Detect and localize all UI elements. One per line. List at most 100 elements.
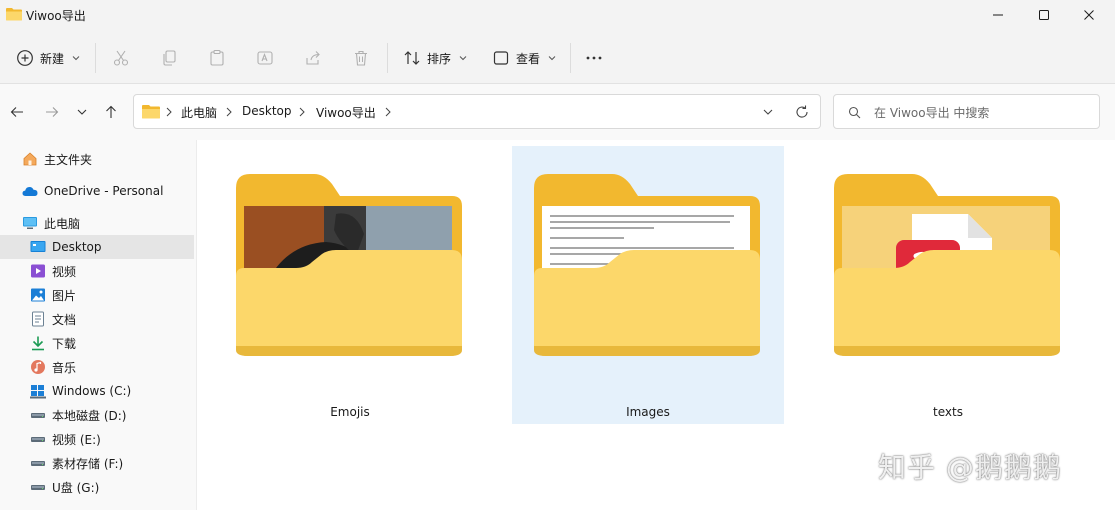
breadcrumb-this-pc[interactable]: 此电脑 [181,104,217,121]
scissors-icon [113,50,129,66]
more-icon [586,56,602,60]
folder-icon [142,105,160,119]
navigation-bar: 此电脑 Desktop Viwoo导出 在 Viwoo导出 中搜索 [0,84,1115,140]
sidebar-item-drive-d[interactable]: 本地磁盘 (D:) [0,403,194,427]
drive-icon [30,479,46,495]
sidebar-item-label: 视频 [52,264,77,279]
close-icon [1084,10,1094,20]
address-bar[interactable]: 此电脑 Desktop Viwoo导出 [133,94,821,129]
sidebar-item-label: OneDrive - Personal [44,184,164,198]
cut-button[interactable] [112,44,130,72]
clipboard-icon [210,49,224,66]
drive-icon [30,431,46,447]
folder-item-texts[interactable]: texts [812,146,1084,424]
maximize-icon [1039,10,1049,20]
folder-item-images[interactable]: Images [512,146,784,424]
breadcrumb-desktop[interactable]: Desktop [242,104,292,118]
sidebar-item-label: 主文件夹 [44,152,93,167]
sidebar-item-downloads[interactable]: 下载 [0,331,194,355]
chevron-down-icon [548,56,556,61]
view-icon [493,51,509,65]
sidebar-item-desktop[interactable]: Desktop [0,235,194,259]
forward-button[interactable] [42,102,62,122]
refresh-icon[interactable] [794,104,810,120]
chevron-right-icon [166,107,172,117]
sort-button[interactable]: 排序 [403,44,467,72]
sidebar-item-drive-g[interactable]: U盘 (G:) [0,475,194,499]
sidebar-item-documents[interactable]: 文档 [0,307,194,331]
chevron-down-icon [77,109,87,115]
minimize-icon [993,14,1003,16]
maximize-button[interactable] [1021,0,1067,30]
sidebar-item-label: 下载 [52,336,77,351]
delete-button[interactable] [352,44,370,72]
sidebar-item-label: 图片 [52,288,77,303]
copy-icon [163,50,176,66]
sidebar-item-this-pc[interactable]: 此电脑 [0,211,194,235]
paste-button[interactable] [208,44,226,72]
folder-photo-icon [236,174,462,356]
sidebar-item-label: Windows (C:) [52,384,132,398]
drive-icon [30,455,46,471]
sidebar-item-drive-f[interactable]: 素材存储 (F:) [0,451,194,475]
folder-name: texts [933,405,963,419]
close-button[interactable] [1066,0,1112,30]
search-box[interactable]: 在 Viwoo导出 中搜索 [833,94,1100,129]
computer-icon [22,215,38,231]
music-icon [30,359,46,375]
minimize-button[interactable] [975,0,1021,30]
sidebar-item-label: 素材存储 (F:) [52,456,124,471]
picture-icon [30,287,46,303]
chevron-right-icon [385,107,391,117]
desktop-icon [30,239,46,255]
sidebar-item-label: 视频 (E:) [52,432,101,447]
share-icon [306,51,320,65]
cloud-icon [22,183,38,199]
arrow-left-icon [10,107,23,117]
sidebar-item-music[interactable]: 音乐 [0,355,194,379]
sidebar-item-label: Desktop [52,240,102,254]
rename-button[interactable] [256,44,274,72]
folder-name: Images [626,405,670,419]
add-circle-icon [17,50,33,66]
sidebar-item-home[interactable]: 主文件夹 [0,147,194,171]
recent-locations-button[interactable] [72,102,92,122]
chevron-down-icon [72,56,80,61]
view-button[interactable]: 查看 [492,44,556,72]
video-icon [30,263,46,279]
up-button[interactable] [101,102,121,122]
folder-item-emojis[interactable]: Emojis [214,146,486,424]
folder-app-icon [834,174,1060,356]
copy-button[interactable] [160,44,178,72]
sidebar-item-onedrive[interactable]: OneDrive - Personal [0,179,194,203]
toolbar-divider [570,43,571,73]
watermark-text: 知乎 @鹅鹅鹅 [878,451,1062,484]
arrow-up-icon [106,105,116,118]
sidebar-item-drive-c[interactable]: Windows (C:) [0,379,194,403]
sidebar-item-label: U盘 (G:) [52,480,100,495]
sidebar-item-pictures[interactable]: 图片 [0,283,194,307]
rename-icon [257,51,273,65]
home-icon [22,151,38,167]
chevron-down-icon[interactable] [762,106,774,118]
chevron-down-icon [459,56,467,61]
window-title: Viwoo导出 [26,9,86,23]
new-button[interactable]: 新建 [16,44,80,72]
sidebar-item-label: 此电脑 [44,216,81,231]
folder-icon [6,8,22,21]
share-button[interactable] [304,44,322,72]
sidebar-item-label: 音乐 [52,360,77,375]
search-icon [848,106,861,119]
sidebar-item-drive-e[interactable]: 视频 (E:) [0,427,194,451]
search-placeholder: 在 Viwoo导出 中搜索 [874,106,990,120]
arrow-right-icon [46,107,59,117]
navigation-pane: 主文件夹 OneDrive - Personal 此电脑 Desktop 视频 … [0,140,197,510]
back-button[interactable] [7,102,27,122]
breadcrumb-viwoo[interactable]: Viwoo导出 [316,104,376,121]
sidebar-item-label: 本地磁盘 (D:) [52,408,127,423]
trash-icon [355,50,367,66]
chevron-right-icon [299,107,305,117]
more-button[interactable] [585,44,603,72]
sort-icon [404,51,420,65]
sidebar-item-videos[interactable]: 视频 [0,259,194,283]
